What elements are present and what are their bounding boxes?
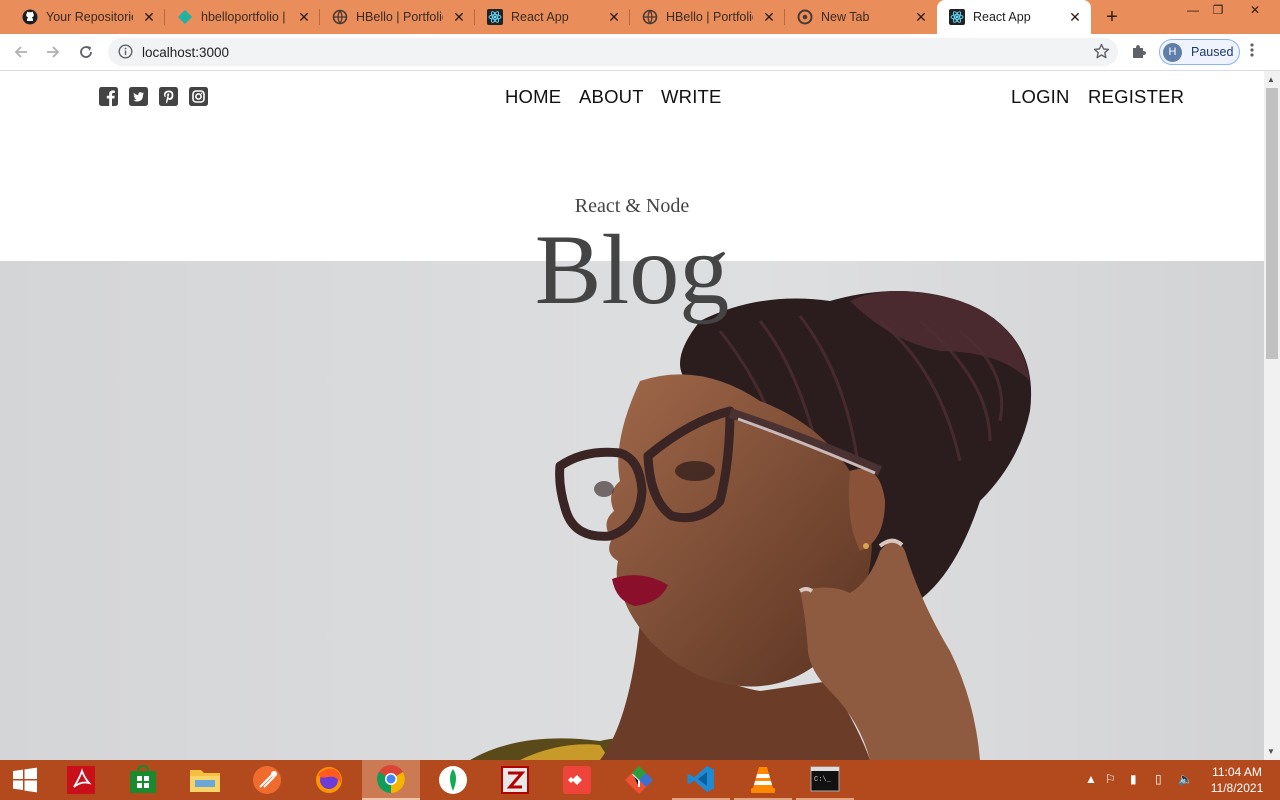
avatar: H [1163,43,1182,62]
browser-tab[interactable]: hbelloportfolio | ✕ [165,0,320,34]
postman-icon[interactable] [238,760,296,800]
pinterest-square-icon[interactable] [159,87,178,106]
url-text: localhost:3000 [142,45,230,60]
browser-tab[interactable]: HBello | Portfolio ✕ [630,0,785,34]
scrollbar-thumb[interactable] [1266,88,1278,359]
close-icon[interactable]: ✕ [141,9,157,25]
new-tab-button[interactable]: + [1100,5,1124,29]
menu-kebab-icon[interactable] [1250,42,1254,63]
tab-title: React App [973,10,1031,24]
page-scrollbar[interactable]: ▲ ▼ [1264,71,1280,760]
close-icon[interactable]: ✕ [761,9,777,25]
clock-time: 11:04 AM [1212,765,1262,779]
nav-link-home[interactable]: HOME [505,86,561,108]
file-explorer-icon[interactable] [176,760,234,800]
tab-title: New Tab [821,10,870,24]
tab-title: HBello | Portfolio [356,10,443,24]
mongodb-compass-icon[interactable] [424,760,482,800]
reload-icon[interactable] [74,40,98,64]
instagram-square-icon[interactable] [189,87,208,106]
close-icon[interactable]: ✕ [296,9,312,25]
windows-taskbar: C:\_ ▲ ⚐ ▮ ▯ 🔈 11:04 AM 11/8/2021 [0,760,1280,800]
window-close-icon[interactable]: ✕ [1240,0,1270,22]
nav-link-write[interactable]: WRITE [661,86,722,108]
action-center-flag-icon[interactable]: ⚐ [1105,772,1116,786]
profile-status: Paused [1191,45,1234,59]
network-icon[interactable]: ▮ [1130,772,1137,786]
bookmark-star-icon[interactable] [1093,43,1110,65]
close-icon[interactable]: ✕ [606,9,622,25]
browser-tab[interactable]: HBello | Portfolio ✕ [320,0,475,34]
cmd-icon[interactable]: C:\_ [796,760,854,800]
anydesk-icon[interactable] [548,760,606,800]
close-icon[interactable]: ✕ [913,9,929,25]
acrobat-icon[interactable] [52,760,110,800]
browser-tab-active[interactable]: React App ✕ [937,0,1091,34]
back-icon[interactable] [9,40,33,64]
windows-start-icon[interactable] [0,760,50,800]
portrait-photo [0,261,1264,760]
taskbar-clock[interactable]: 11:04 AM 11/8/2021 [1203,764,1271,796]
tab-title: React App [511,10,569,24]
chrome-icon [797,9,813,25]
svg-text:C:\_: C:\_ [814,776,832,784]
globe-icon [642,9,658,25]
tab-title: hbelloportfolio | [201,10,286,24]
info-icon[interactable] [118,44,133,64]
react-icon [487,9,503,25]
forward-icon[interactable] [41,40,65,64]
browser-tab-strip: Your Repositories ✕ hbelloportfolio | ✕ … [0,0,1280,34]
scroll-up-icon[interactable]: ▲ [1267,75,1275,84]
nav-link-login[interactable]: LOGIN [1011,86,1070,108]
github-icon [22,9,38,25]
tab-title: HBello | Portfolio [666,10,753,24]
globe-icon [332,9,348,25]
facebook-square-icon[interactable] [99,87,118,106]
vscode-icon[interactable] [672,760,730,800]
tab-title: Your Repositories [46,10,133,24]
header-image [0,261,1264,760]
site-top-nav: HOME ABOUT WRITE LOGIN REGISTER [0,71,1264,121]
browser-tab[interactable]: New Tab ✕ [785,0,937,34]
react-icon [949,9,965,25]
profile-button[interactable]: H Paused [1159,39,1240,65]
battery-icon[interactable]: ▯ [1155,772,1162,786]
browser-tab[interactable]: Your Repositories ✕ [10,0,165,34]
header-title: Blog [534,214,730,325]
address-bar[interactable]: localhost:3000 [108,38,1118,66]
vlc-icon[interactable] [734,760,792,800]
extensions-icon[interactable] [1130,42,1148,65]
volume-icon[interactable]: 🔈 [1178,772,1193,786]
firefox-icon[interactable] [300,760,358,800]
chrome-taskbar-icon[interactable] [362,760,420,800]
clock-date: 11/8/2021 [1210,781,1264,795]
nav-link-register[interactable]: REGISTER [1088,86,1184,108]
browser-toolbar: localhost:3000 H Paused [0,34,1280,71]
close-icon[interactable]: ✕ [1067,9,1083,25]
nav-link-about[interactable]: ABOUT [579,86,644,108]
scroll-down-icon[interactable]: ▼ [1267,747,1275,756]
git-icon[interactable] [610,760,668,800]
show-hidden-icons-icon[interactable]: ▲ [1085,772,1097,786]
browser-tab[interactable]: React App ✕ [475,0,630,34]
filezilla-icon[interactable] [486,760,544,800]
restore-icon[interactable]: ❐ [1203,0,1233,22]
netlify-icon [177,9,193,25]
store-icon[interactable] [114,760,172,800]
twitter-square-icon[interactable] [129,87,148,106]
page-viewport: HOME ABOUT WRITE LOGIN REGISTER React & … [0,71,1264,760]
close-icon[interactable]: ✕ [451,9,467,25]
